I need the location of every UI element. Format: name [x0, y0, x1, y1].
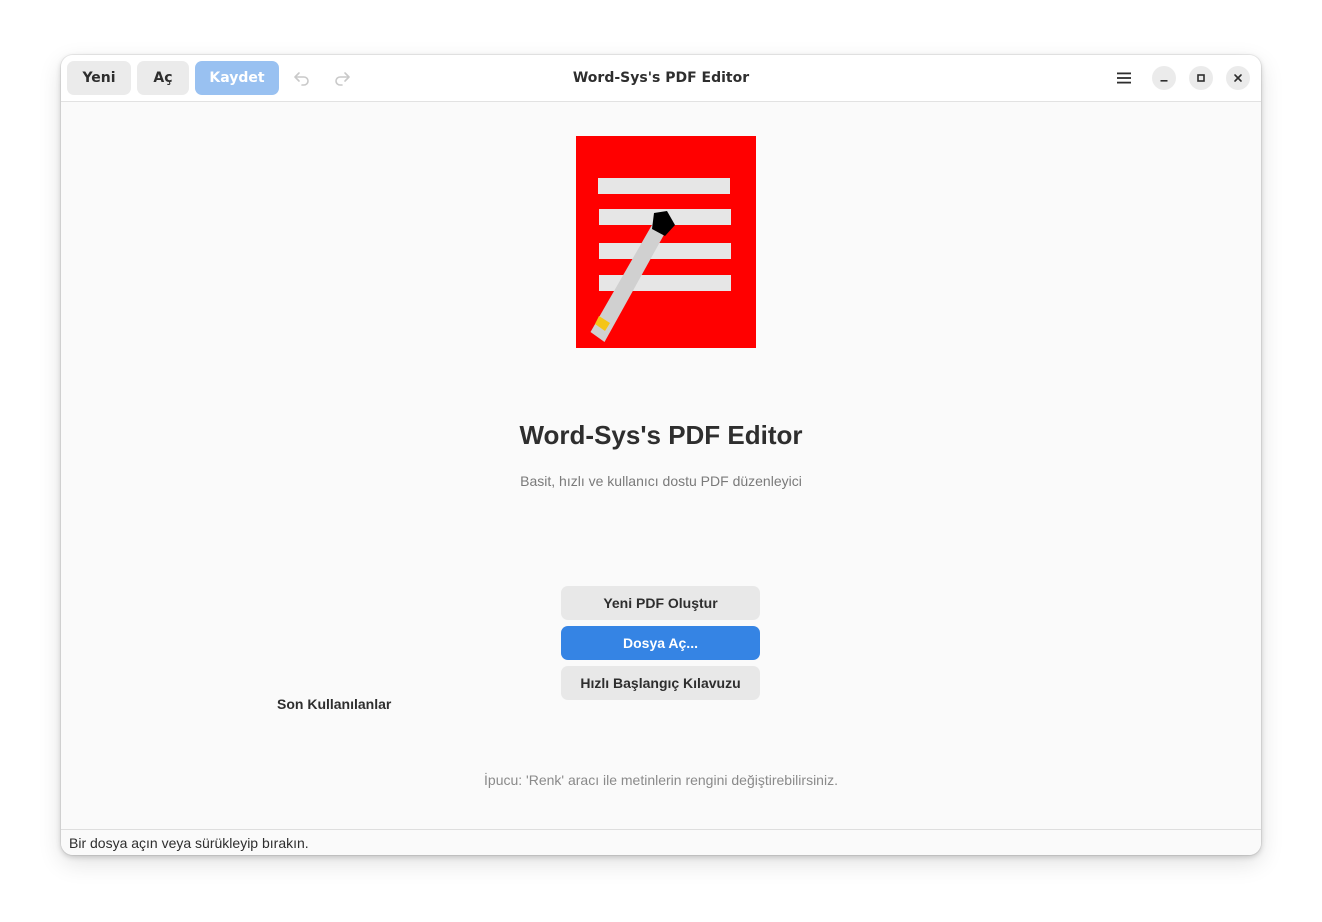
minimize-button[interactable] — [1152, 66, 1176, 90]
open-file-button[interactable]: Dosya Aç... — [561, 626, 760, 660]
tip-text: İpucu: 'Renk' aracı ile metinlerin rengi… — [484, 772, 838, 788]
create-new-pdf-button[interactable]: Yeni PDF Oluştur — [561, 586, 760, 620]
status-text: Bir dosya açın veya sürükleyip bırakın. — [69, 835, 309, 851]
app-subtitle: Basit, hızlı ve kullanıcı dostu PDF düze… — [520, 473, 802, 489]
app-title: Word-Sys's PDF Editor — [519, 420, 803, 450]
pdf-document-pen-logo — [576, 136, 756, 348]
header-bar: Yeni Aç Kaydet Word-Sys's PDF Editor — [61, 55, 1261, 102]
redo-button[interactable] — [325, 61, 359, 95]
maximize-icon — [1197, 74, 1205, 82]
minimize-icon — [1160, 80, 1168, 82]
undo-icon — [294, 72, 309, 86]
recent-files-heading: Son Kullanılanlar — [277, 696, 392, 712]
new-button[interactable]: Yeni — [67, 61, 131, 95]
quick-start-guide-button[interactable]: Hızlı Başlangıç Kılavuzu — [561, 666, 760, 700]
undo-button[interactable] — [285, 61, 319, 95]
status-bar: Bir dosya açın veya sürükleyip bırakın. — [61, 829, 1261, 855]
main-menu-button[interactable] — [1107, 61, 1141, 95]
close-icon — [1234, 74, 1242, 82]
open-button[interactable]: Aç — [137, 61, 189, 95]
hamburger-menu-icon — [1117, 72, 1131, 84]
welcome-page: Word-Sys's PDF Editor Basit, hızlı ve ku… — [61, 102, 1261, 829]
app-window: Yeni Aç Kaydet Word-Sys's PDF Editor Wor… — [61, 55, 1261, 855]
redo-icon — [335, 72, 350, 86]
save-button[interactable]: Kaydet — [195, 61, 279, 95]
close-button[interactable] — [1226, 66, 1250, 90]
maximize-button[interactable] — [1189, 66, 1213, 90]
